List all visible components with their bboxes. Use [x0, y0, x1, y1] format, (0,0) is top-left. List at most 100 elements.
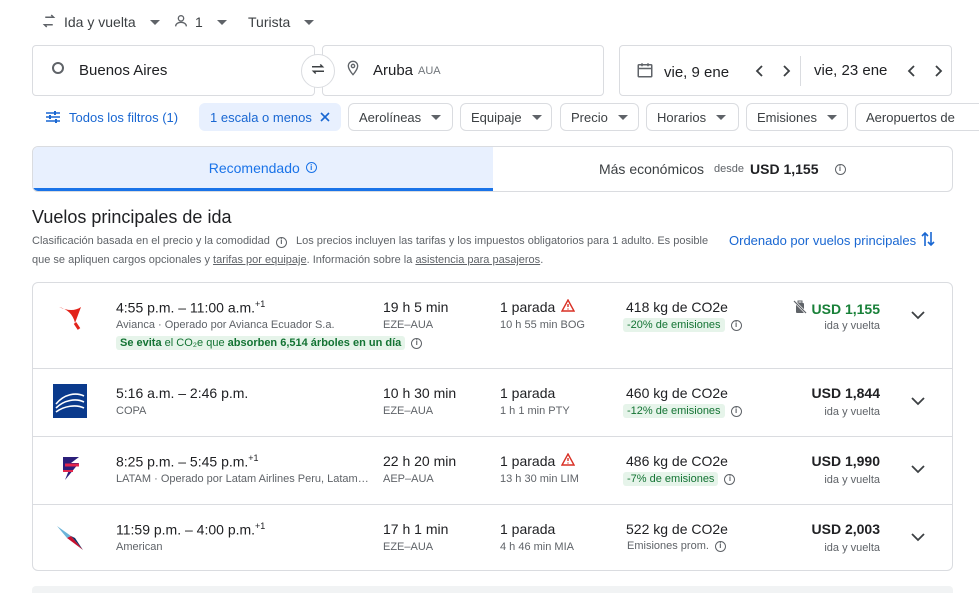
emissions-info: -20% de emisiones i: [623, 318, 742, 332]
chevron-down-icon: [826, 114, 837, 120]
co2-amount: 522 kg de CO2e: [626, 521, 728, 537]
trip-type-select[interactable]: Ida y vuelta: [40, 12, 160, 32]
tab-recommended[interactable]: Recomendado i: [33, 147, 493, 191]
flight-row[interactable]: 4:55 p.m. – 11:00 a.m.+1 Avianca · Opera…: [33, 283, 952, 369]
depart-date-value: vie, 9 ene: [664, 64, 730, 81]
depart-next-button[interactable]: [774, 59, 798, 83]
chevron-down-icon: [617, 114, 628, 120]
price-value: USD 1,844: [811, 385, 880, 401]
stops-count: 1 parada: [500, 453, 556, 469]
info-icon[interactable]: i: [275, 236, 287, 248]
cabin-select[interactable]: Turista: [248, 12, 315, 32]
flight-times: 4:55 p.m. – 11:00 a.m.+1: [116, 299, 265, 316]
expand-button[interactable]: [908, 527, 928, 547]
emissions-info: -12% de emisiones i: [623, 404, 742, 418]
baggage-fees-link[interactable]: tarifas por equipaje: [213, 254, 307, 266]
info-icon[interactable]: i: [834, 163, 846, 175]
flight-route: EZE–AUA: [383, 319, 434, 331]
airline-name: American: [116, 541, 163, 553]
avianca-logo: [53, 299, 87, 333]
stops-filter-chip[interactable]: 1 escala o menos: [199, 103, 341, 131]
info-icon[interactable]: i: [730, 319, 742, 331]
stop-detail: 13 h 30 min LIM: [500, 473, 579, 485]
sort-button[interactable]: Ordenado por vuelos principales: [729, 230, 936, 251]
expand-button[interactable]: [908, 459, 928, 479]
emissions-filter-chip[interactable]: Emisiones: [746, 103, 848, 131]
info-icon[interactable]: i: [411, 337, 423, 349]
expand-button[interactable]: [908, 305, 928, 325]
tab-cheapest-label: Más económicos: [598, 161, 705, 177]
flight-times: 5:16 a.m. – 2:46 p.m.: [116, 385, 248, 401]
info-icon[interactable]: i: [305, 162, 317, 173]
emissions-info: Emisiones prom. i: [627, 540, 726, 552]
price-value: USD 1,155: [811, 300, 880, 317]
flight-stops: 1 parada: [500, 521, 555, 537]
flight-price: USD 1,990: [812, 453, 880, 469]
emissions-badge: -7% de emisiones: [623, 472, 719, 486]
chevron-down-icon: [911, 464, 925, 473]
return-next-button[interactable]: [926, 59, 950, 83]
depart-prev-button[interactable]: [748, 59, 772, 83]
flight-duration: 17 h 1 min: [383, 521, 449, 537]
flight-route: EZE–AUA: [383, 405, 434, 417]
chevron-down-icon: [216, 19, 227, 25]
chevron-right-icon: [783, 65, 791, 77]
airports-filter-chip[interactable]: Aeropuertos de: [855, 103, 979, 131]
flight-times: 8:25 p.m. – 5:45 p.m.+1: [116, 453, 259, 470]
destination-value: Aruba: [373, 62, 414, 79]
emissions-info: -7% de emisiones i: [623, 472, 736, 486]
co2-amount: 486 kg de CO2e: [626, 453, 728, 469]
eco-b: el CO₂e que: [164, 337, 225, 349]
flight-stops: 1 parada: [500, 452, 576, 469]
airline-name: LATAM · Operado por Latam Airlines Peru,…: [116, 473, 371, 485]
flight-row[interactable]: 11:59 p.m. – 4:00 p.m.+1 American 17 h 1…: [33, 505, 952, 570]
all-filters-button[interactable]: Todos los filtros (1): [32, 103, 190, 131]
price-value: USD 1,990: [811, 453, 880, 469]
return-date[interactable]: vie, 23 ene: [814, 62, 887, 80]
flight-row[interactable]: 5:16 a.m. – 2:46 p.m. COPA 10 h 30 min E…: [33, 369, 952, 437]
origin-field[interactable]: Buenos Aires: [32, 45, 315, 96]
section-description: Clasificación basada en el precio y la c…: [32, 232, 712, 270]
stops-count: 1 parada: [500, 385, 556, 401]
passenger-assistance-link[interactable]: asistencia para pasajeros: [415, 254, 540, 266]
flight-row[interactable]: 8:25 p.m. – 5:45 p.m.+1 LATAM · Operado …: [33, 437, 952, 505]
flight-stops: 1 parada: [500, 385, 555, 401]
tab-recommended-label: Recomendado: [208, 159, 300, 176]
next-day-marker: +1: [255, 299, 266, 309]
eco-note: Se evita el CO₂e que absorben 6,514 árbo…: [116, 336, 423, 350]
tune-icon: [45, 110, 61, 124]
tab-cheapest[interactable]: Más económicos desde USD 1,155 i: [493, 147, 953, 191]
info-icon[interactable]: i: [724, 473, 736, 485]
baggage-filter-chip[interactable]: Equipaje: [460, 103, 552, 131]
flight-times-value: 4:55 p.m. – 11:00 a.m.: [116, 299, 256, 316]
airline-name: COPA: [116, 405, 147, 417]
latam-logo: [53, 452, 87, 486]
swap-locations-button[interactable]: [301, 54, 335, 88]
warning-icon: [561, 298, 576, 315]
destination-field[interactable]: Aruba AUA: [322, 45, 604, 96]
eco-c: absorben 6,514 árboles en un día: [227, 337, 402, 349]
chevron-down-icon: [716, 114, 727, 120]
stop-detail: 1 h 1 min PTY: [500, 405, 570, 417]
return-prev-button[interactable]: [900, 59, 924, 83]
emissions-badge: -20% de emisiones: [623, 318, 725, 332]
sort-label: Ordenado por vuelos principales: [729, 233, 917, 248]
dates-field[interactable]: vie, 9 ene vie, 23 ene: [619, 45, 952, 96]
info-icon[interactable]: i: [714, 540, 726, 552]
flight-route: AEP–AUA: [383, 473, 434, 485]
eco-a: Se evita: [120, 337, 162, 349]
info-icon[interactable]: i: [730, 405, 742, 417]
from-label: desde: [714, 163, 745, 175]
passengers-count: 1: [195, 14, 203, 30]
airlines-filter-chip[interactable]: Aerolíneas: [348, 103, 453, 131]
passengers-select[interactable]: 1: [173, 12, 227, 32]
times-filter-chip[interactable]: Horarios: [646, 103, 739, 131]
close-icon[interactable]: [320, 112, 330, 122]
calendar-icon: [636, 61, 654, 84]
round-trip-label: ida y vuelta: [824, 320, 880, 332]
expand-button[interactable]: [908, 391, 928, 411]
price-filter-chip[interactable]: Precio: [560, 103, 639, 131]
depart-date[interactable]: vie, 9 ene: [636, 61, 729, 84]
chevron-down-icon: [431, 114, 442, 120]
chevron-left-icon: [755, 65, 763, 77]
